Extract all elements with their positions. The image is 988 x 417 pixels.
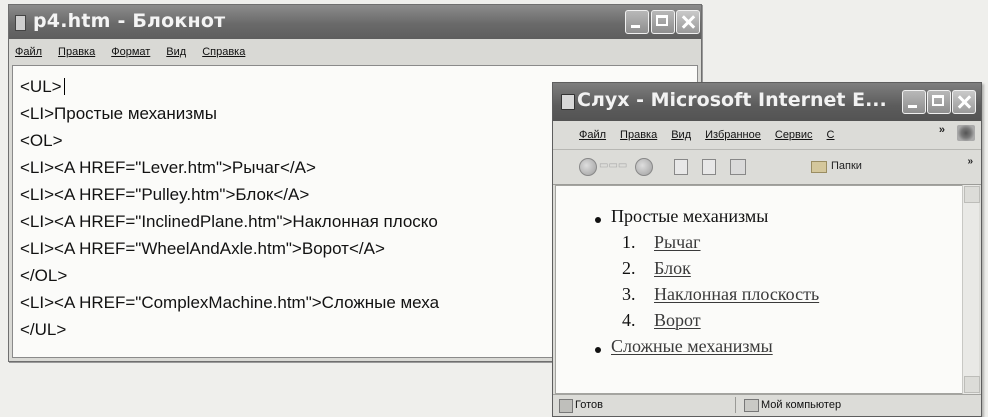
code-line: <LI>Простые механизмы <box>20 104 217 123</box>
windows-flag-icon <box>957 125 975 141</box>
notepad-title-bar[interactable]: p4.htm - Блокнот <box>9 5 701 39</box>
browser-window: Слух - Microsoft Internet E... Файл Прав… <box>552 82 982 417</box>
link-complex-machine[interactable]: Сложные механизмы <box>611 336 773 357</box>
menu-tools[interactable]: Сервис <box>775 129 813 141</box>
code-line: <LI><A HREF="Pulley.htm">Блок</A> <box>20 185 310 204</box>
menu-view[interactable]: Вид <box>166 46 186 58</box>
code-line: <UL> <box>20 77 65 97</box>
close-button[interactable] <box>676 10 700 34</box>
page-content: Простые механизмы 1. Рычаг 2. Блок 3. На… <box>555 185 963 394</box>
minimize-button[interactable] <box>902 90 926 114</box>
code-line: </UL> <box>20 320 67 339</box>
status-divider <box>735 397 736 413</box>
menu-help[interactable]: Справка <box>202 46 245 58</box>
code-line: </OL> <box>20 266 68 285</box>
list-number: 1. <box>622 232 636 252</box>
minimize-button[interactable] <box>625 10 649 34</box>
status-bar: Готов Мой компьютер <box>553 394 981 416</box>
back-label-faint: ▭▭▭ <box>599 160 628 171</box>
forward-icon[interactable] <box>635 158 653 176</box>
menu-help[interactable]: С <box>827 129 835 141</box>
menu-favorites[interactable]: Избранное <box>705 129 761 141</box>
stop-icon[interactable] <box>674 159 688 175</box>
menu-overflow-chevron[interactable]: » <box>939 124 945 136</box>
close-button[interactable] <box>952 90 976 114</box>
status-text: Готов <box>575 399 603 411</box>
back-icon[interactable] <box>579 158 597 176</box>
list-number: 2. <box>622 258 636 278</box>
list-bullet <box>595 347 601 353</box>
refresh-icon[interactable] <box>702 159 716 175</box>
browser-menu-bar: Файл Правка Вид Избранное Сервис С <box>553 123 981 147</box>
menu-file[interactable]: Файл <box>579 129 606 141</box>
menu-format[interactable]: Формат <box>111 46 150 58</box>
browser-app-icon[interactable] <box>561 94 575 110</box>
toolbar-overflow-chevron[interactable]: » <box>967 156 973 167</box>
menu-edit[interactable]: Правка <box>58 46 95 58</box>
text-caret <box>63 78 65 95</box>
list-item: Простые механизмы <box>611 206 769 226</box>
code-line: <LI><A HREF="WheelAndAxle.htm">Ворот</A> <box>20 239 385 258</box>
maximize-button[interactable] <box>651 10 675 34</box>
computer-icon <box>744 399 759 412</box>
list-number: 4. <box>622 310 636 330</box>
scroll-down-arrow-icon[interactable] <box>964 376 980 393</box>
notepad-title: p4.htm - Блокнот <box>33 10 226 32</box>
page-status-icon <box>559 399 573 413</box>
folders-button[interactable]: Папки <box>831 160 862 172</box>
code-line: <LI><A HREF="InclinedPlane.htm">Наклонна… <box>20 212 438 231</box>
maximize-button[interactable] <box>927 90 951 114</box>
vertical-scrollbar[interactable] <box>962 185 980 394</box>
code-line: <OL> <box>20 131 63 150</box>
notepad-menu-bar: Файл Правка Формат Вид Справка <box>11 41 699 63</box>
link-pulley[interactable]: Блок <box>654 258 691 279</box>
list-bullet <box>595 217 601 223</box>
link-wheel-and-axle[interactable]: Ворот <box>654 310 701 331</box>
link-inclined-plane[interactable]: Наклонная плоскость <box>654 284 819 305</box>
folders-icon[interactable] <box>811 161 827 173</box>
code-line: <LI><A HREF="ComplexMachine.htm">Сложные… <box>20 293 440 312</box>
menu-file[interactable]: Файл <box>15 46 42 58</box>
browser-title: Слух - Microsoft Internet E... <box>577 89 887 111</box>
code-line: <LI><A HREF="Lever.htm">Рычаг</A> <box>20 158 316 177</box>
menu-view[interactable]: Вид <box>671 129 691 141</box>
list-number: 3. <box>622 284 636 304</box>
browser-title-bar[interactable]: Слух - Microsoft Internet E... <box>553 83 981 121</box>
scroll-up-arrow-icon[interactable] <box>964 186 980 203</box>
notepad-app-icon[interactable] <box>15 15 26 31</box>
link-lever[interactable]: Рычаг <box>654 232 701 253</box>
browser-toolbar: ▭▭▭ Папки » <box>553 149 981 185</box>
menu-edit[interactable]: Правка <box>620 129 657 141</box>
security-zone: Мой компьютер <box>761 399 842 411</box>
home-icon[interactable] <box>730 159 746 175</box>
